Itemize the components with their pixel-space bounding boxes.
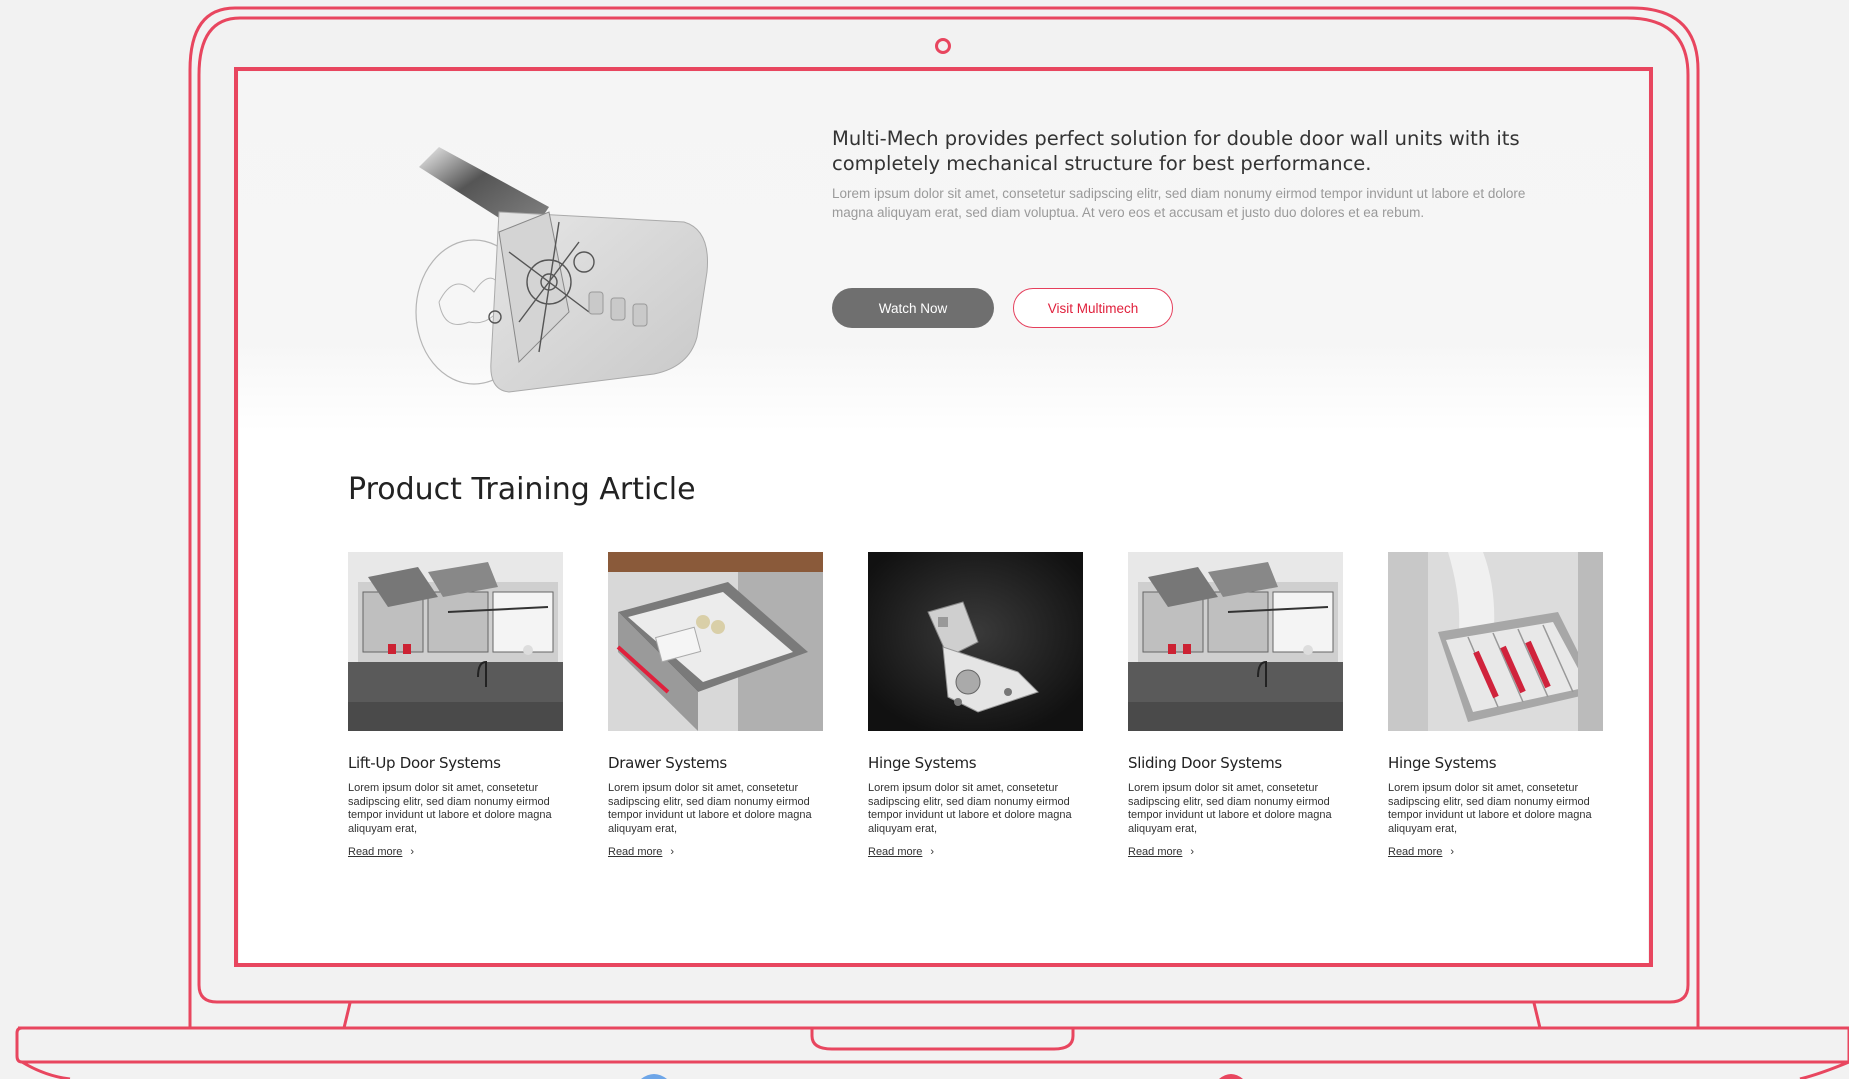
watch-now-button[interactable]: Watch Now	[832, 288, 994, 328]
card-description: Lorem ipsum dolor sit amet, consetetur s…	[1388, 782, 1592, 835]
chevron-right-icon: ›	[1190, 846, 1195, 858]
visit-multimech-button[interactable]: Visit Multimech	[1013, 288, 1173, 328]
read-more-label[interactable]: Read more	[608, 846, 662, 858]
card-description: Lorem ipsum dolor sit amet, consetetur s…	[868, 782, 1072, 835]
card-description: Lorem ipsum dolor sit amet, consetetur s…	[348, 782, 552, 835]
read-more-link[interactable]: Read more ›	[348, 846, 563, 858]
chevron-right-icon: ›	[930, 846, 935, 858]
drawer-organizer-image[interactable]	[1388, 552, 1603, 731]
card-description: Lorem ipsum dolor sit amet, consetetur s…	[608, 782, 812, 835]
article-card[interactable]: Sliding Door Systems Lorem ipsum dolor s…	[1128, 552, 1343, 858]
read-more-link[interactable]: Read more ›	[1128, 846, 1343, 858]
card-title: Hinge Systems	[1388, 754, 1497, 772]
lift-up-door-image[interactable]	[348, 552, 563, 731]
read-more-label[interactable]: Read more	[868, 846, 922, 858]
hero-description: Lorem ipsum dolor sit amet, consetetur s…	[832, 186, 1526, 220]
read-more-link[interactable]: Read more ›	[868, 846, 1083, 858]
hero-title: Multi-Mech provides perfect solution for…	[832, 127, 1520, 175]
browser-screen: Multi-Mech provides perfect solution for…	[239, 72, 1648, 963]
article-card[interactable]: Lift-Up Door Systems Lorem ipsum dolor s…	[348, 552, 563, 858]
chevron-right-icon: ›	[410, 846, 415, 858]
article-card[interactable]: Drawer Systems Lorem ipsum dolor sit ame…	[608, 552, 823, 858]
read-more-label[interactable]: Read more	[1128, 846, 1182, 858]
article-card[interactable]: Hinge Systems Lorem ipsum dolor sit amet…	[1388, 552, 1603, 858]
card-title: Lift-Up Door Systems	[348, 754, 501, 772]
card-title: Hinge Systems	[868, 754, 977, 772]
chevron-right-icon: ›	[1450, 846, 1455, 858]
section-title: Product Training Article	[348, 472, 696, 507]
read-more-link[interactable]: Read more ›	[1388, 846, 1603, 858]
sliding-door-image[interactable]	[1128, 552, 1343, 731]
card-title: Sliding Door Systems	[1128, 754, 1282, 772]
hinge-systems-image[interactable]	[868, 552, 1083, 731]
read-more-label[interactable]: Read more	[1388, 846, 1442, 858]
multimech-mechanism-illustration	[415, 147, 709, 393]
read-more-label[interactable]: Read more	[348, 846, 402, 858]
drawer-systems-image[interactable]	[608, 552, 823, 731]
card-title: Drawer Systems	[608, 754, 727, 772]
chevron-right-icon: ›	[670, 846, 675, 858]
article-card[interactable]: Hinge Systems Lorem ipsum dolor sit amet…	[868, 552, 1083, 858]
read-more-link[interactable]: Read more ›	[608, 846, 823, 858]
card-description: Lorem ipsum dolor sit amet, consetetur s…	[1128, 782, 1332, 835]
